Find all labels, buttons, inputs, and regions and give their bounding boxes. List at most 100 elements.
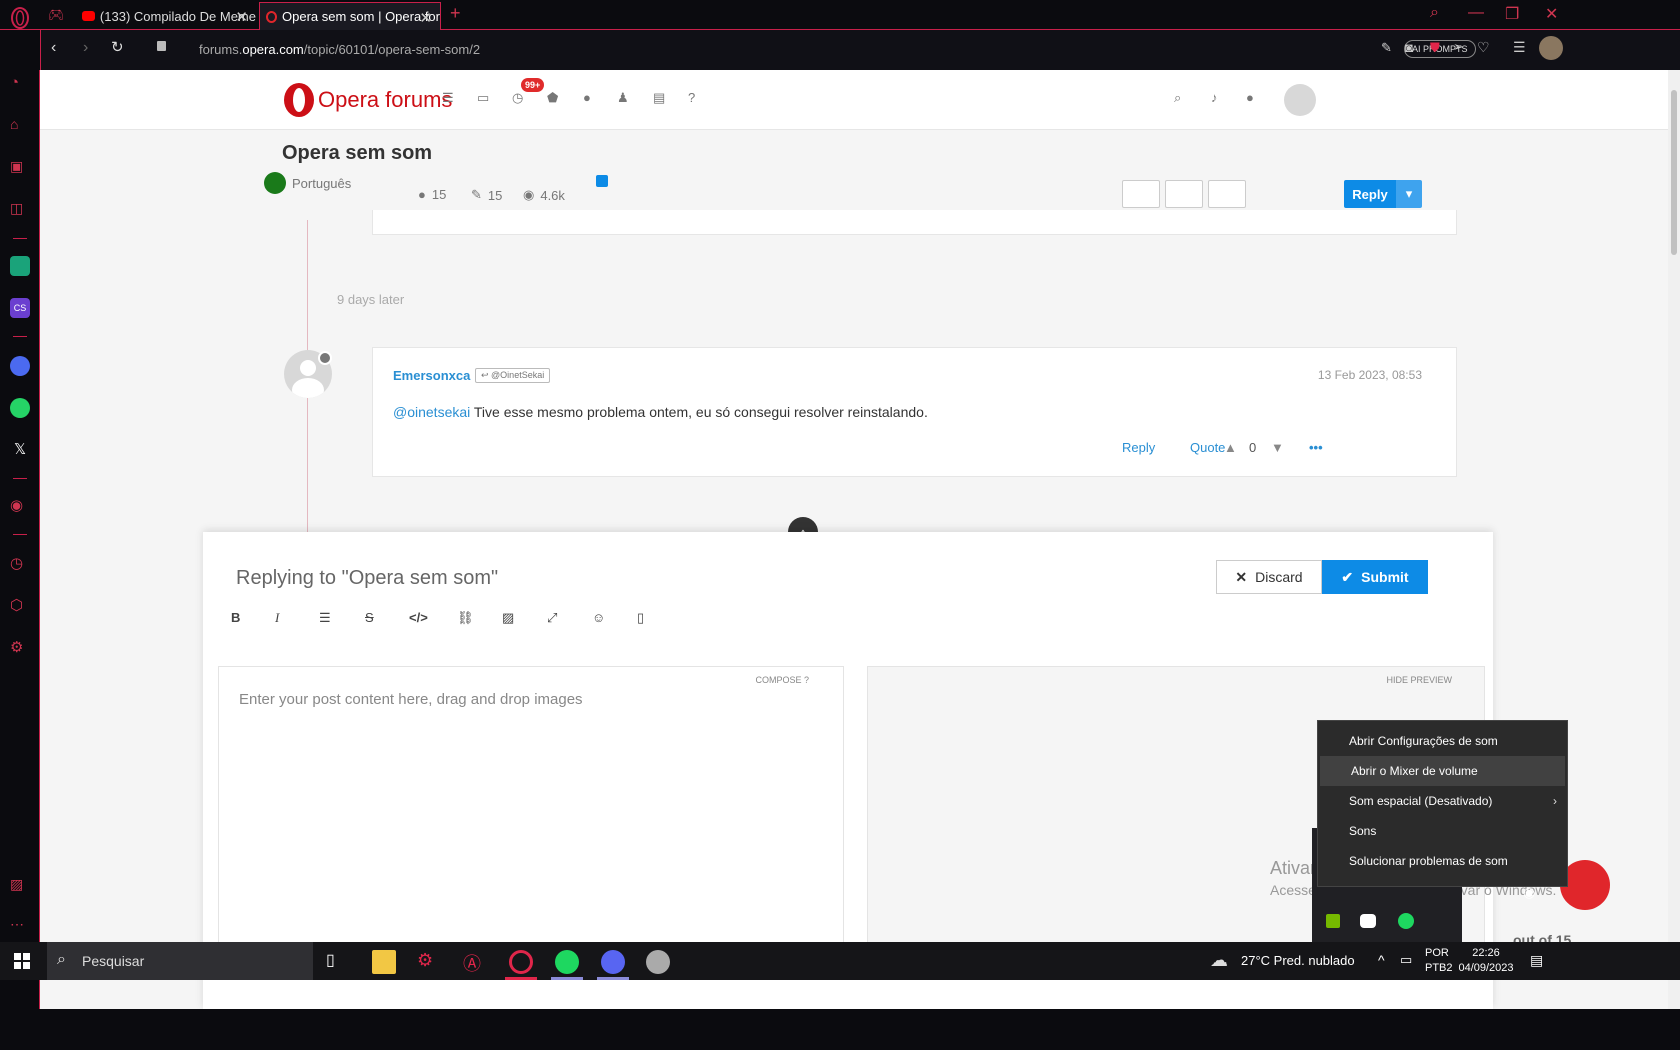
chat-icon[interactable]: ●	[1246, 90, 1266, 110]
new-tab-icon[interactable]: +	[450, 3, 461, 24]
downvote-icon[interactable]: ▼	[1271, 440, 1284, 455]
post-reply-link[interactable]: Reply	[1122, 440, 1155, 455]
category-tag[interactable]: Português	[264, 172, 351, 194]
mark-unread-button[interactable]	[1122, 180, 1160, 208]
gx-control-icon[interactable]: ◫	[10, 200, 30, 220]
player-icon[interactable]: ◉	[10, 496, 30, 516]
maximize-icon[interactable]: ❐	[1505, 4, 1519, 24]
nvidia-icon[interactable]	[1326, 914, 1340, 928]
book-icon[interactable]: ▤	[653, 90, 673, 110]
hide-preview-link[interactable]: HIDE PREVIEW	[1386, 675, 1452, 685]
notification-center-icon[interactable]: ▤	[1530, 952, 1543, 969]
menu-item-sound-settings[interactable]: Abrir Configurações de som	[1318, 726, 1567, 756]
composer-title[interactable]: Replying to "Opera sem som"	[236, 567, 498, 590]
search-icon[interactable]: ⌕	[1174, 90, 1194, 110]
strikethrough-icon[interactable]: S	[365, 610, 387, 632]
speed-dial-icon[interactable]: ◔	[10, 74, 30, 94]
gamepad-icon[interactable]: 🎮︎	[48, 7, 65, 23]
help-circle-icon[interactable]: ?	[804, 675, 809, 685]
post-quote-link[interactable]: Quote	[1190, 440, 1225, 455]
watch-toggle-button[interactable]	[1165, 180, 1203, 208]
page-scrollbar[interactable]	[1668, 70, 1680, 1009]
opera-forums-logo[interactable]: Opera forums	[282, 82, 452, 118]
reload-icon[interactable]: ↻	[111, 38, 124, 56]
task-view-icon[interactable]: ▯	[326, 950, 350, 974]
settings-gear-icon[interactable]: ⚙	[10, 638, 30, 658]
italic-icon[interactable]: I	[275, 610, 297, 632]
post-author[interactable]: Emersonxca	[393, 368, 470, 383]
tab-youtube[interactable]: (133) Compilado De Meme ✕	[76, 2, 256, 30]
adobe-icon[interactable]: Ⓐ	[463, 950, 487, 974]
history-icon[interactable]: ◷	[10, 554, 30, 574]
reply-button[interactable]: Reply	[1344, 180, 1396, 208]
tab-opera-forums[interactable]: Opera sem som | Opera for ✕	[259, 2, 441, 30]
tab-close-icon[interactable]: ✕	[419, 9, 432, 27]
language-indicator[interactable]: POR PTB2	[1425, 946, 1453, 976]
link-icon[interactable]: ⛓	[457, 610, 479, 632]
reply-options-button[interactable]: ▾	[1396, 180, 1422, 208]
menu-item-sounds[interactable]: Sons	[1318, 816, 1567, 846]
heart-icon[interactable]: ♡	[1477, 39, 1490, 56]
more-icon[interactable]: ⋯	[10, 916, 30, 936]
user-mention[interactable]: @oinetsekai	[393, 404, 470, 420]
gear-app-icon[interactable]: ⚙	[417, 950, 441, 974]
code-icon[interactable]: </>	[409, 610, 431, 632]
notification-bell-icon[interactable]: ♪	[1211, 90, 1231, 110]
tab-close-icon[interactable]: ✕	[235, 8, 248, 26]
close-window-icon[interactable]: ✕	[1545, 4, 1558, 24]
opera-menu-icon[interactable]	[8, 6, 32, 30]
app-taskbar-icon[interactable]	[646, 950, 670, 974]
camera-icon[interactable]: ◙	[1405, 40, 1413, 55]
unread-inbox-icon[interactable]: ▭	[477, 90, 497, 110]
post-editor[interactable]: COMPOSE ? Enter your post content here, …	[218, 666, 844, 946]
rss-icon[interactable]	[596, 175, 608, 187]
vpn-shield-icon[interactable]: ⛊	[1430, 40, 1440, 56]
system-clock[interactable]: 22:26 04/09/2023	[1458, 946, 1514, 976]
post-more-icon[interactable]: •••	[1309, 440, 1323, 455]
opera-gx-taskbar-icon[interactable]	[509, 950, 533, 974]
submit-button[interactable]: ✔ Submit	[1322, 560, 1428, 594]
lock-icon[interactable]	[157, 41, 166, 51]
network-icon[interactable]: ▭	[1400, 952, 1412, 968]
list-icon[interactable]: ☰	[319, 610, 341, 632]
minimize-icon[interactable]: —	[1468, 4, 1484, 22]
chatsonic-icon[interactable]: CS	[10, 298, 30, 318]
taskbar-search[interactable]: ⌕ Pesquisar	[47, 942, 313, 980]
scrollbar-thumb[interactable]	[1671, 90, 1677, 255]
discard-button[interactable]: ✕ Discard	[1216, 560, 1322, 594]
bag-icon[interactable]: ⌂	[10, 116, 30, 136]
edit-icon[interactable]: ✎	[1381, 40, 1392, 56]
chatgpt-icon[interactable]	[10, 256, 30, 276]
gallery-icon[interactable]: ▨	[10, 876, 30, 896]
image-icon[interactable]: ▨	[502, 610, 524, 632]
post-timestamp[interactable]: 13 Feb 2023, 08:53	[1318, 368, 1422, 382]
menu-item-volume-mixer[interactable]: Abrir o Mixer de volume	[1320, 756, 1565, 786]
emoji-icon[interactable]: ☺	[592, 610, 614, 632]
bold-icon[interactable]: B	[231, 610, 253, 632]
user-avatar[interactable]	[1284, 84, 1316, 116]
profile-avatar[interactable]	[1539, 36, 1563, 60]
groups-icon[interactable]: ♟	[617, 90, 637, 110]
fullscreen-icon[interactable]: ⤢	[547, 610, 569, 632]
messenger-icon[interactable]	[10, 356, 30, 376]
discord-icon[interactable]	[1360, 914, 1376, 928]
spotify-taskbar-icon[interactable]	[555, 950, 579, 974]
forward-icon[interactable]: ›	[83, 39, 88, 57]
easy-setup-icon[interactable]: ☰	[1513, 39, 1526, 56]
x-twitter-icon[interactable]: 𝕏	[10, 440, 30, 460]
menu-item-troubleshoot[interactable]: Solucionar problemas de som	[1318, 846, 1567, 876]
search-tabs-icon[interactable]: ⌕	[1430, 4, 1439, 22]
upvote-icon[interactable]: ▲	[1224, 440, 1237, 455]
discord-taskbar-icon[interactable]	[601, 950, 625, 974]
url-field[interactable]: forums.opera.com/topic/60101/opera-sem-s…	[199, 42, 480, 57]
whatsapp-icon[interactable]	[10, 398, 30, 418]
weather-cloud-icon[interactable]: ☁	[1210, 950, 1228, 971]
sort-button[interactable]	[1208, 180, 1246, 208]
tags-icon[interactable]: ⬟	[547, 90, 567, 110]
back-icon[interactable]: ‹	[51, 39, 56, 57]
extensions-icon[interactable]: ⬡	[10, 596, 30, 616]
file-explorer-icon[interactable]	[372, 950, 396, 974]
twitch-icon[interactable]: ▣	[10, 158, 30, 178]
recent-clock-icon[interactable]: ◷	[512, 90, 532, 110]
send-icon[interactable]: ➢	[1453, 39, 1464, 55]
